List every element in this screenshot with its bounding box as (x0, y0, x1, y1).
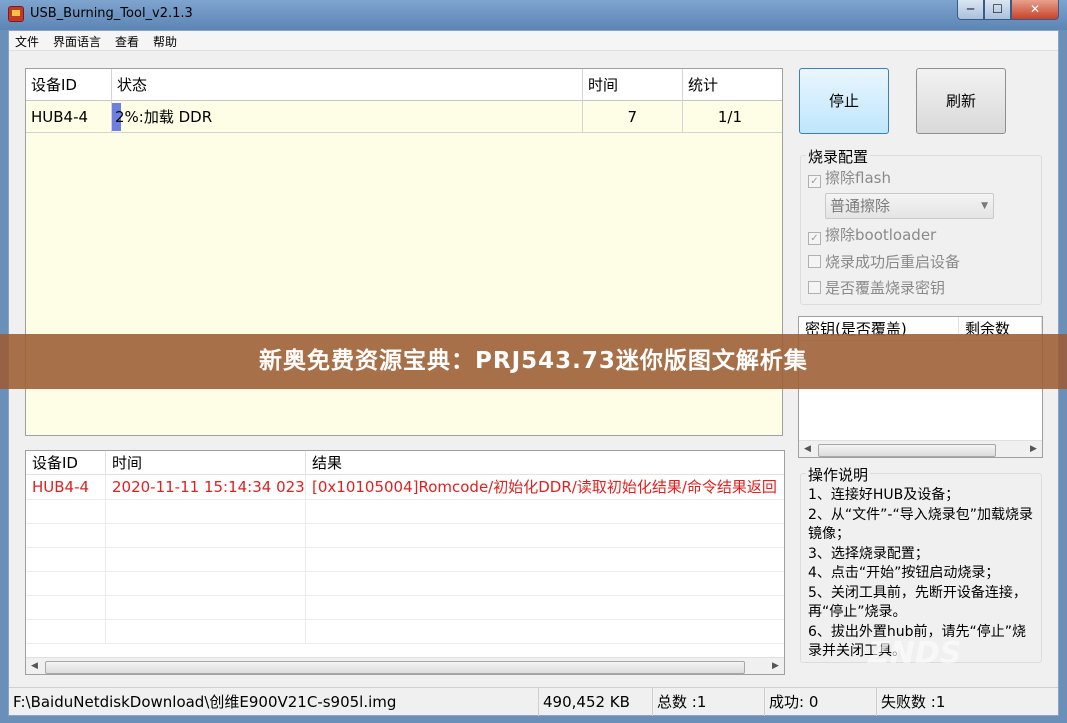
scroll-left-icon[interactable]: ◀ (26, 658, 43, 675)
status-fail: 失败数 :1 (881, 693, 946, 711)
scroll-thumb[interactable] (45, 661, 745, 674)
table-row (26, 547, 784, 572)
col-header-time[interactable]: 时间 (583, 69, 683, 101)
log-header-time[interactable]: 时间 (106, 451, 306, 475)
scroll-right-icon[interactable]: ▶ (1025, 441, 1042, 458)
erase-bootloader-checkbox[interactable]: ✓ 擦除bootloader (808, 224, 936, 246)
table-row (26, 571, 784, 596)
menu-bar: 文件 界面语言 查看 帮助 (9, 31, 1058, 51)
table-row (26, 523, 784, 548)
table-row (26, 595, 784, 620)
close-button[interactable]: ✕ (1011, 0, 1059, 20)
device-id-cell[interactable]: HUB4-4 (26, 101, 112, 133)
maximize-button[interactable]: ☐ (984, 0, 1011, 20)
table-row[interactable]: HUB4-4 2020-11-11 15:14:34 023 [0x101050… (26, 475, 784, 500)
status-bar: F:\BaiduNetdiskDownload\创维E900V21C-s905l… (9, 687, 1058, 716)
scroll-thumb[interactable] (818, 444, 996, 457)
checkbox-erase-bootloader[interactable]: ✓ (808, 232, 821, 245)
checkbox-overwrite-key[interactable] (808, 281, 821, 294)
status-cell[interactable]: 2%:加载 DDR (112, 101, 583, 133)
minimize-button[interactable]: ─ (957, 0, 984, 20)
status-text: 2%:加载 DDR (115, 108, 213, 126)
reboot-after-checkbox[interactable]: 烧录成功后重启设备 (808, 251, 960, 273)
log-header-result[interactable]: 结果 (306, 451, 784, 475)
log-hscrollbar[interactable]: ◀ ▶ (26, 657, 784, 674)
col-header-device-id[interactable]: 设备ID (26, 69, 112, 101)
table-row (26, 499, 784, 524)
menu-help[interactable]: 帮助 (153, 33, 177, 50)
status-total: 总数 :1 (653, 688, 765, 716)
erase-flash-checkbox[interactable]: ✓ 擦除flash (808, 167, 891, 189)
status-success: 成功: 0 (765, 688, 877, 716)
key-list-hscrollbar[interactable]: ◀ ▶ (799, 440, 1042, 457)
overlay-banner: 新奥免费资源宝典：PRJ543.73迷你版图文解析集 (0, 334, 1067, 389)
instructions-title: 操作说明 (806, 464, 871, 485)
scroll-right-icon[interactable]: ▶ (767, 658, 784, 675)
burn-config-title: 烧录配置 (806, 146, 871, 167)
menu-language[interactable]: 界面语言 (53, 33, 101, 50)
watermark-logo: ZNDS (868, 636, 962, 671)
scroll-left-icon[interactable]: ◀ (799, 441, 816, 458)
col-header-count[interactable]: 统计 (683, 69, 782, 101)
stop-button[interactable]: 停止 (799, 68, 889, 134)
status-file-size: 490,452 KB (539, 688, 653, 716)
log-header-device-id[interactable]: 设备ID (26, 451, 106, 475)
instruction-line: 2、从“文件”-“导入烧录包”加载烧录镜像； (808, 506, 1033, 543)
instruction-line: 3、选择烧录配置； (808, 545, 929, 562)
count-cell[interactable]: 1/1 (683, 101, 782, 133)
checkbox-erase-flash[interactable]: ✓ (808, 175, 821, 188)
log-result: [0x10105004]Romcode/初始化DDR/读取初始化结果/命令结果返… (312, 478, 777, 496)
app-icon (8, 6, 24, 22)
time-cell[interactable]: 7 (583, 101, 683, 133)
log-time: 2020-11-11 15:14:34 023 (106, 475, 306, 499)
instruction-line: 4、点击“开始”按钮启动烧录； (808, 565, 1000, 581)
menu-file[interactable]: 文件 (15, 33, 39, 50)
log-table[interactable]: 设备ID 时间 结果 HUB4-4 2020-11-11 15:14:34 02… (25, 450, 785, 675)
instruction-line: 1、连接好HUB及设备； (808, 487, 960, 503)
erase-mode-select[interactable]: 普通擦除 ▼ (825, 193, 994, 219)
status-file-path: F:\BaiduNetdiskDownload\创维E900V21C-s905l… (9, 688, 539, 716)
refresh-button[interactable]: 刷新 (916, 68, 1006, 134)
window-title: USB_Burning_Tool_v2.1.3 (30, 6, 193, 21)
instruction-line: 5、关闭工具前，先断开设备连接，再“停止”烧录。 (808, 584, 1027, 621)
table-row (26, 619, 784, 644)
log-device-id: HUB4-4 (26, 475, 106, 499)
menu-view[interactable]: 查看 (115, 33, 139, 50)
chevron-down-icon: ▼ (981, 201, 988, 211)
overwrite-key-checkbox[interactable]: 是否覆盖烧录密钥 (808, 277, 945, 299)
checkbox-reboot-after[interactable] (808, 255, 821, 268)
col-header-status[interactable]: 状态 (112, 69, 583, 101)
